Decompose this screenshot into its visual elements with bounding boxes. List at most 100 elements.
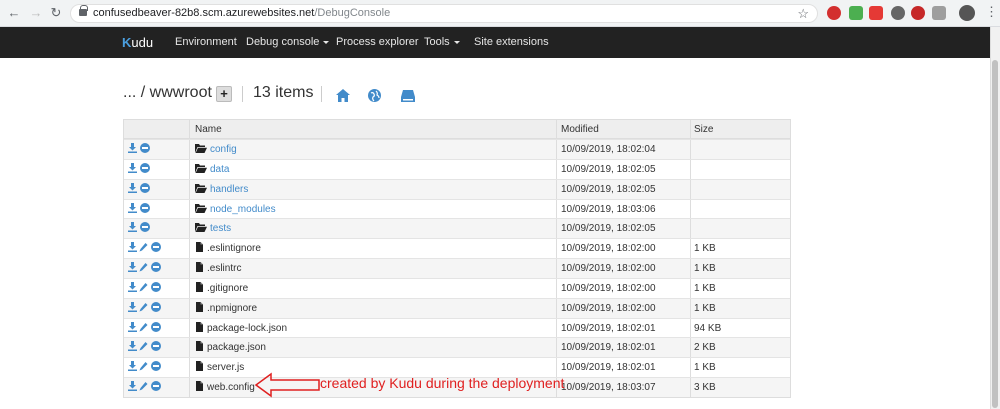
download-icon[interactable] [128,361,137,372]
delete-icon[interactable] [140,162,150,173]
add-button[interactable]: + [216,86,232,102]
nav-site-extensions[interactable]: Site extensions [474,36,549,48]
column-divider [690,179,691,199]
scrollbar-thumb[interactable] [992,60,998,408]
download-icon[interactable] [128,341,137,352]
download-icon[interactable] [128,202,137,213]
table-row: handlers 10/09/2019, 18:02:05 [124,178,790,199]
kudu-navbar: Kudu Environment Debug console Process e… [0,27,990,58]
table-row: data 10/09/2019, 18:02:05 [124,158,790,179]
folder-link[interactable]: tests [210,223,231,234]
opera-extension-icon[interactable] [827,6,841,20]
caret-down-icon [323,40,330,44]
download-icon[interactable] [128,381,137,392]
url-path: /DebugConsole [314,7,391,19]
column-header-name[interactable]: Name [195,124,222,135]
delete-icon[interactable] [151,301,161,312]
delete-icon[interactable] [151,242,161,253]
address-bar[interactable]: confusedbeaver-82b8.scm.azurewebsites.ne… [70,4,818,23]
table-row: package.json 10/09/2019, 18:02:01 2 KB [124,337,790,358]
extension-icon[interactable] [911,6,925,20]
edit-pencil-icon[interactable] [139,262,148,272]
edit-pencil-icon[interactable] [139,302,148,312]
delete-icon[interactable] [151,361,161,372]
url-host: confusedbeaver-82b8.scm.azurewebsites.ne… [93,7,315,19]
profile-avatar[interactable] [959,5,975,21]
nav-debug-console[interactable]: Debug console [246,36,330,48]
table-row: tests 10/09/2019, 18:02:05 [124,218,790,239]
edit-pencil-icon[interactable] [139,381,148,391]
nav-tools[interactable]: Tools [424,36,460,48]
download-icon[interactable] [128,321,137,332]
divider [242,86,243,102]
delete-icon[interactable] [151,381,161,392]
column-divider [189,378,190,397]
file-size: 1 KB [694,282,716,294]
delete-icon[interactable] [140,182,150,193]
delete-icon[interactable] [151,262,161,273]
column-divider [189,298,190,318]
column-header-modified[interactable]: Modified [561,124,599,135]
edit-pencil-icon[interactable] [139,322,148,332]
breadcrumb-path[interactable]: ... / wwwroot [123,84,212,102]
edit-pencil-icon[interactable] [139,361,148,371]
download-icon[interactable] [128,242,137,253]
file-icon [196,361,203,372]
home-icon[interactable] [336,89,350,102]
download-icon[interactable] [128,222,137,233]
download-icon[interactable] [128,182,137,193]
delete-icon[interactable] [140,202,150,213]
edit-pencil-icon[interactable] [139,282,148,292]
browser-menu-icon[interactable]: ⋮ [985,4,998,20]
extension-icon[interactable] [932,6,946,20]
folder-link[interactable]: config [210,144,237,155]
edit-pencil-icon[interactable] [139,341,148,351]
download-icon[interactable] [128,143,137,153]
modified-date: 10/09/2019, 18:02:01 [561,362,656,374]
delete-icon[interactable] [151,281,161,292]
reload-icon[interactable]: ↻ [48,5,64,21]
drive-icon[interactable] [401,90,415,102]
column-divider [690,120,691,138]
file-size: 1 KB [694,263,716,275]
delete-icon[interactable] [151,321,161,332]
bookmark-star-icon[interactable]: ☆ [797,6,809,22]
globe-icon[interactable] [368,89,381,102]
forward-icon[interactable]: → [28,5,44,21]
column-divider [690,239,691,259]
annotation-text: created by Kudu during the deployment [320,375,565,391]
download-icon[interactable] [128,262,137,273]
extension-icon[interactable] [869,6,883,20]
divider [321,86,322,102]
edit-pencil-icon[interactable] [139,242,148,252]
folder-link[interactable]: handlers [210,184,248,195]
table-row: node_modules 10/09/2019, 18:03:06 [124,198,790,219]
column-divider [690,159,691,179]
file-size: 1 KB [694,302,716,314]
column-divider [556,120,557,138]
delete-icon[interactable] [151,341,161,352]
column-header-size[interactable]: Size [694,124,713,135]
nav-environment[interactable]: Environment [175,36,237,48]
nav-process-explorer[interactable]: Process explorer [336,36,419,48]
extension-icon[interactable] [849,6,863,20]
delete-icon[interactable] [140,143,150,153]
file-icon [196,341,203,352]
download-icon[interactable] [128,301,137,312]
download-icon[interactable] [128,281,137,292]
item-count: 13 items [253,84,314,101]
folder-link[interactable]: data [210,164,229,175]
url-text: confusedbeaver-82b8.scm.azurewebsites.ne… [93,7,390,19]
table-body: config 10/09/2019, 18:02:04 data 10/09/2019… [124,139,790,397]
delete-icon[interactable] [140,222,150,233]
kudu-logo[interactable]: Kudu [122,35,153,50]
column-divider [556,159,557,179]
extension-icon[interactable] [891,6,905,20]
download-icon[interactable] [128,162,137,173]
folder-link[interactable]: node_modules [210,204,276,215]
column-divider [189,199,190,219]
file-icon [196,242,203,253]
back-icon[interactable]: ← [6,5,22,21]
column-divider [690,338,691,358]
column-divider [189,159,190,179]
